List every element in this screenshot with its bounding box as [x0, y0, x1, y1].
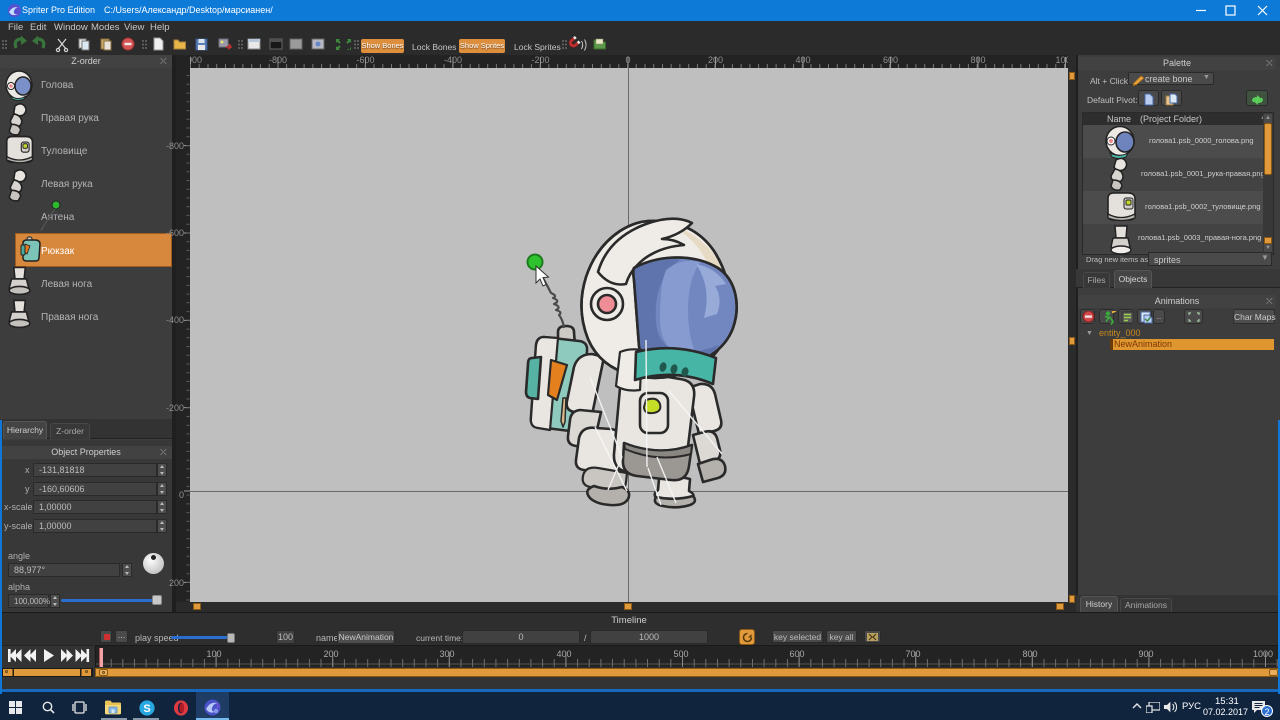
- svg-text:0: 0: [179, 490, 184, 500]
- svg-text:400: 400: [556, 649, 571, 659]
- svg-text:700: 700: [905, 649, 920, 659]
- svg-text:900: 900: [1138, 649, 1153, 659]
- svg-text:500: 500: [673, 649, 688, 659]
- svg-text:-800: -800: [166, 141, 184, 151]
- svg-text:-200: -200: [166, 403, 184, 413]
- svg-text:800: 800: [1022, 649, 1037, 659]
- svg-text:200: 200: [169, 578, 184, 588]
- svg-text:300: 300: [439, 649, 454, 659]
- svg-text:200: 200: [323, 649, 338, 659]
- svg-text:-600: -600: [166, 228, 184, 238]
- svg-text:1000: 1000: [1055, 55, 1068, 65]
- svg-text:600: 600: [789, 649, 804, 659]
- svg-text:100: 100: [206, 649, 221, 659]
- svg-text:-400: -400: [166, 315, 184, 325]
- svg-text:S: S: [143, 703, 150, 715]
- svg-text:1000: 1000: [1253, 649, 1273, 659]
- svg-text:-1000: -1000: [190, 55, 202, 65]
